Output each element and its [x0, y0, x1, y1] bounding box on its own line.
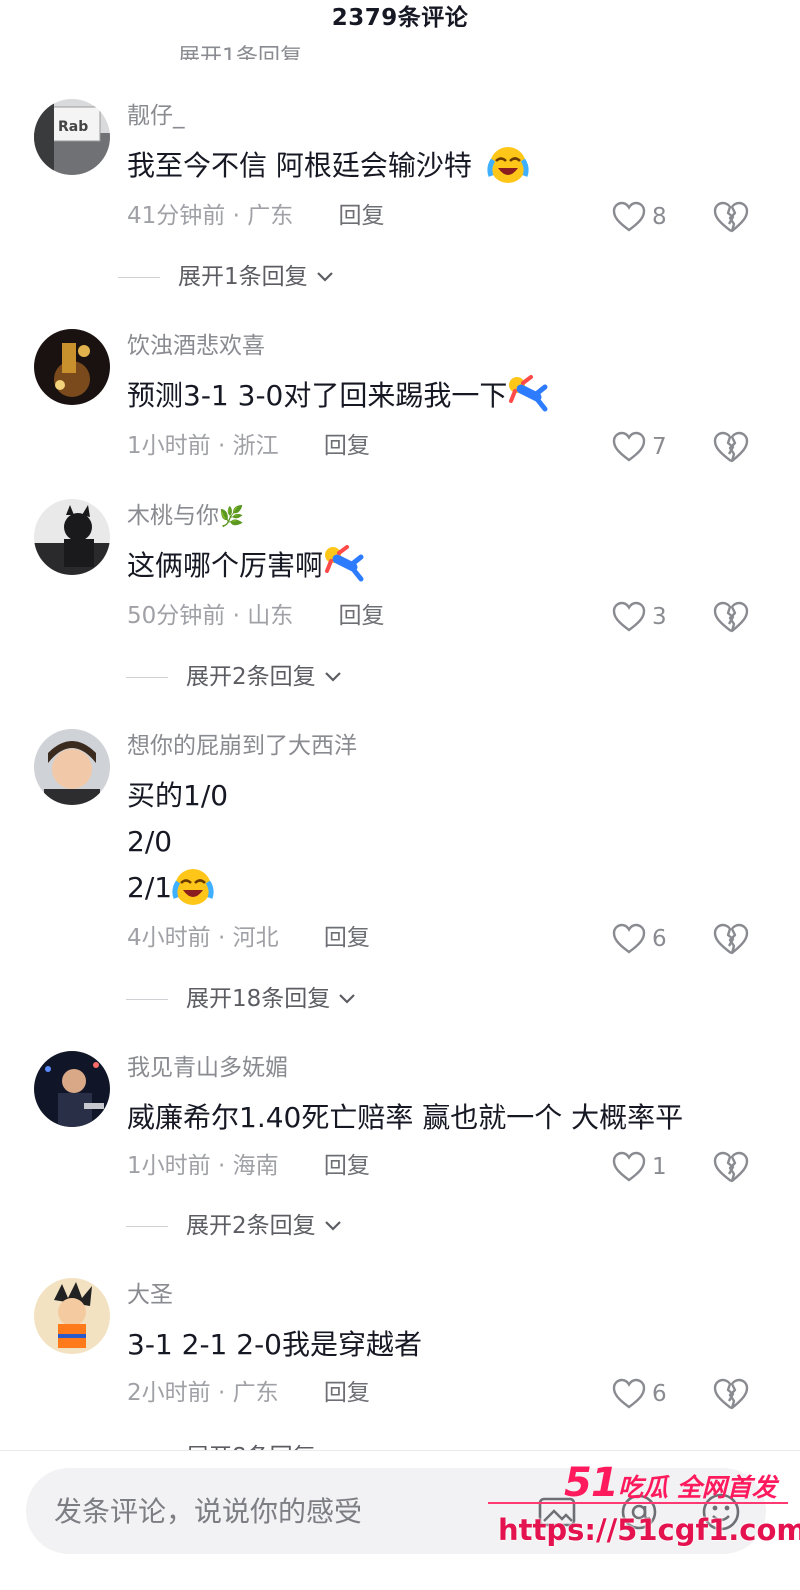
falling-person-emoji: [323, 543, 365, 585]
watermark: 51 吃瓜 全网首发 https://51cgf1.com: [488, 1458, 800, 1558]
comment-time: 2小时前: [127, 1380, 211, 1406]
username[interactable]: 饮浊酒悲欢喜: [127, 329, 265, 363]
comment-location: 广东: [247, 203, 294, 229]
comment-meta: 50分钟前 · 山东 回复: [127, 603, 385, 629]
comment-text: 我至今不信 阿根廷会输沙特: [127, 143, 529, 189]
expand-replies[interactable]: 展开2条回复: [126, 1209, 342, 1243]
comment-time: 1小时前: [127, 433, 211, 459]
like-count: 6: [652, 1381, 667, 1407]
expand-replies[interactable]: 展开1条回复: [118, 260, 334, 294]
like-button[interactable]: 1: [612, 1150, 667, 1184]
comment-count-title: 2379条评论: [331, 5, 469, 31]
username[interactable]: 我见青山多妩媚: [127, 1051, 288, 1085]
heart-icon: [612, 601, 646, 632]
watermark-logo: 51: [564, 1460, 619, 1506]
falling-person-emoji: [507, 373, 549, 415]
comment-text: 买的1/0 2/0 2/1: [127, 773, 228, 911]
like-count: 1: [652, 1154, 667, 1180]
comment-time: 1小时前: [127, 1153, 211, 1179]
comment-location: 河北: [232, 925, 279, 951]
reply-button[interactable]: 回复: [324, 925, 370, 951]
heart-icon: [612, 923, 646, 954]
leaf-emoji: 🌿: [219, 504, 244, 528]
username[interactable]: 木桃与你🌿: [127, 499, 244, 533]
avatar[interactable]: [34, 499, 110, 575]
username[interactable]: 大圣: [127, 1278, 173, 1312]
comment-text: 预测3-1 3-0对了回来踢我一下: [127, 373, 549, 419]
like-count: 6: [652, 926, 667, 952]
reply-button[interactable]: 回复: [339, 603, 385, 629]
like-button[interactable]: 8: [612, 200, 667, 234]
avatar[interactable]: [34, 729, 110, 805]
like-button[interactable]: 6: [612, 922, 667, 956]
username[interactable]: 靓仔_: [127, 99, 185, 133]
comment-time: 4小时前: [127, 925, 211, 951]
svg-text:Rab: Rab: [58, 119, 88, 135]
comment-meta: 1小时前 · 浙江 回复: [127, 433, 370, 459]
comment-text: 威廉希尔1.40死亡赔率 赢也就一个 大概率平: [127, 1101, 684, 1134]
heart-icon: [612, 201, 646, 232]
heart-icon: [612, 1151, 646, 1182]
chevron-down-icon: [324, 1221, 341, 1231]
comment-location: 山东: [247, 603, 294, 629]
watermark-text: 吃瓜 全网首发: [618, 1473, 777, 1502]
header: 2379条评论: [0, 0, 800, 40]
avatar[interactable]: [34, 1278, 110, 1354]
avatar[interactable]: Rab: [34, 99, 110, 175]
comment-meta: 41分钟前 · 广东 回复: [127, 203, 385, 229]
reply-button[interactable]: 回复: [324, 433, 370, 459]
like-button[interactable]: 6: [612, 1377, 667, 1411]
reply-button[interactable]: 回复: [324, 1153, 370, 1179]
watermark-line: [488, 1502, 788, 1504]
heart-icon: [612, 1378, 646, 1409]
reply-button[interactable]: 回复: [324, 1380, 370, 1406]
comment-meta: 1小时前 · 海南 回复: [127, 1153, 370, 1179]
broken-heart-icon[interactable]: [713, 922, 749, 956]
comment-time: 41分钟前: [127, 203, 226, 229]
like-count: 3: [652, 604, 667, 630]
like-count: 8: [652, 204, 667, 230]
comment-location: 浙江: [232, 433, 279, 459]
reply-button[interactable]: 回复: [339, 203, 385, 229]
comment-time: 50分钟前: [127, 603, 226, 629]
broken-heart-icon[interactable]: [713, 1150, 749, 1184]
avatar[interactable]: [34, 329, 110, 405]
comment-meta: 2小时前 · 广东 回复: [127, 1380, 370, 1406]
watermark-url: https://51cgf1.com: [498, 1513, 800, 1547]
broken-heart-icon[interactable]: [713, 200, 749, 234]
comment-text: 这俩哪个厉害啊: [127, 543, 365, 589]
comment-location: 海南: [232, 1153, 279, 1179]
broken-heart-icon[interactable]: [713, 1377, 749, 1411]
laugh-cry-emoji: [487, 143, 529, 185]
like-count: 7: [652, 434, 667, 460]
username[interactable]: 想你的屁崩到了大西洋: [127, 729, 357, 763]
chevron-down-icon: [339, 994, 356, 1004]
broken-heart-icon[interactable]: [713, 430, 749, 464]
expand-replies[interactable]: 展开2条回复: [126, 660, 342, 694]
broken-heart-icon[interactable]: [713, 600, 749, 634]
laugh-cry-emoji: [172, 865, 214, 907]
like-button[interactable]: 7: [612, 430, 667, 464]
comment-location: 广东: [232, 1380, 279, 1406]
chevron-down-icon: [316, 272, 333, 282]
comment-text: 3-1 2-1 2-0我是穿越者: [127, 1328, 422, 1361]
chevron-down-icon: [324, 672, 341, 682]
heart-icon: [612, 431, 646, 462]
comment-input-placeholder: 发条评论，说说你的感受: [54, 1495, 363, 1528]
comment-meta: 4小时前 · 河北 回复: [127, 925, 370, 951]
like-button[interactable]: 3: [612, 600, 667, 634]
expand-replies[interactable]: 展开18条回复: [126, 982, 356, 1016]
avatar[interactable]: [34, 1051, 110, 1127]
